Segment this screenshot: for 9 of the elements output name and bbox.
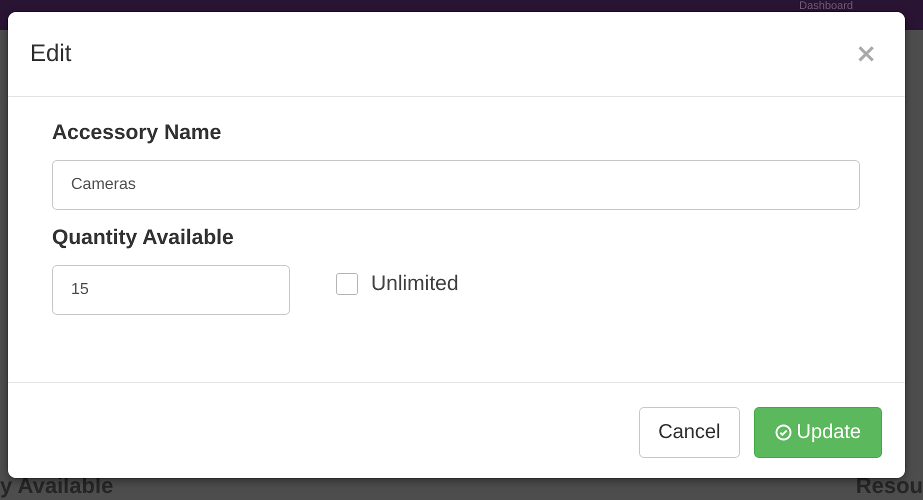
field-label: Quantity Available xyxy=(52,226,235,250)
checkbox[interactable] xyxy=(336,273,358,295)
input-field[interactable]: Cameras xyxy=(52,160,860,210)
checkbox-label: Unlimited xyxy=(371,272,459,296)
check-circle-icon xyxy=(774,424,792,441)
input-field[interactable]: 15 xyxy=(52,265,290,315)
field-label: Accessory Name xyxy=(52,121,222,145)
dialog-title: Edit xyxy=(30,40,72,68)
cancel-button[interactable]: Cancel xyxy=(639,407,740,458)
